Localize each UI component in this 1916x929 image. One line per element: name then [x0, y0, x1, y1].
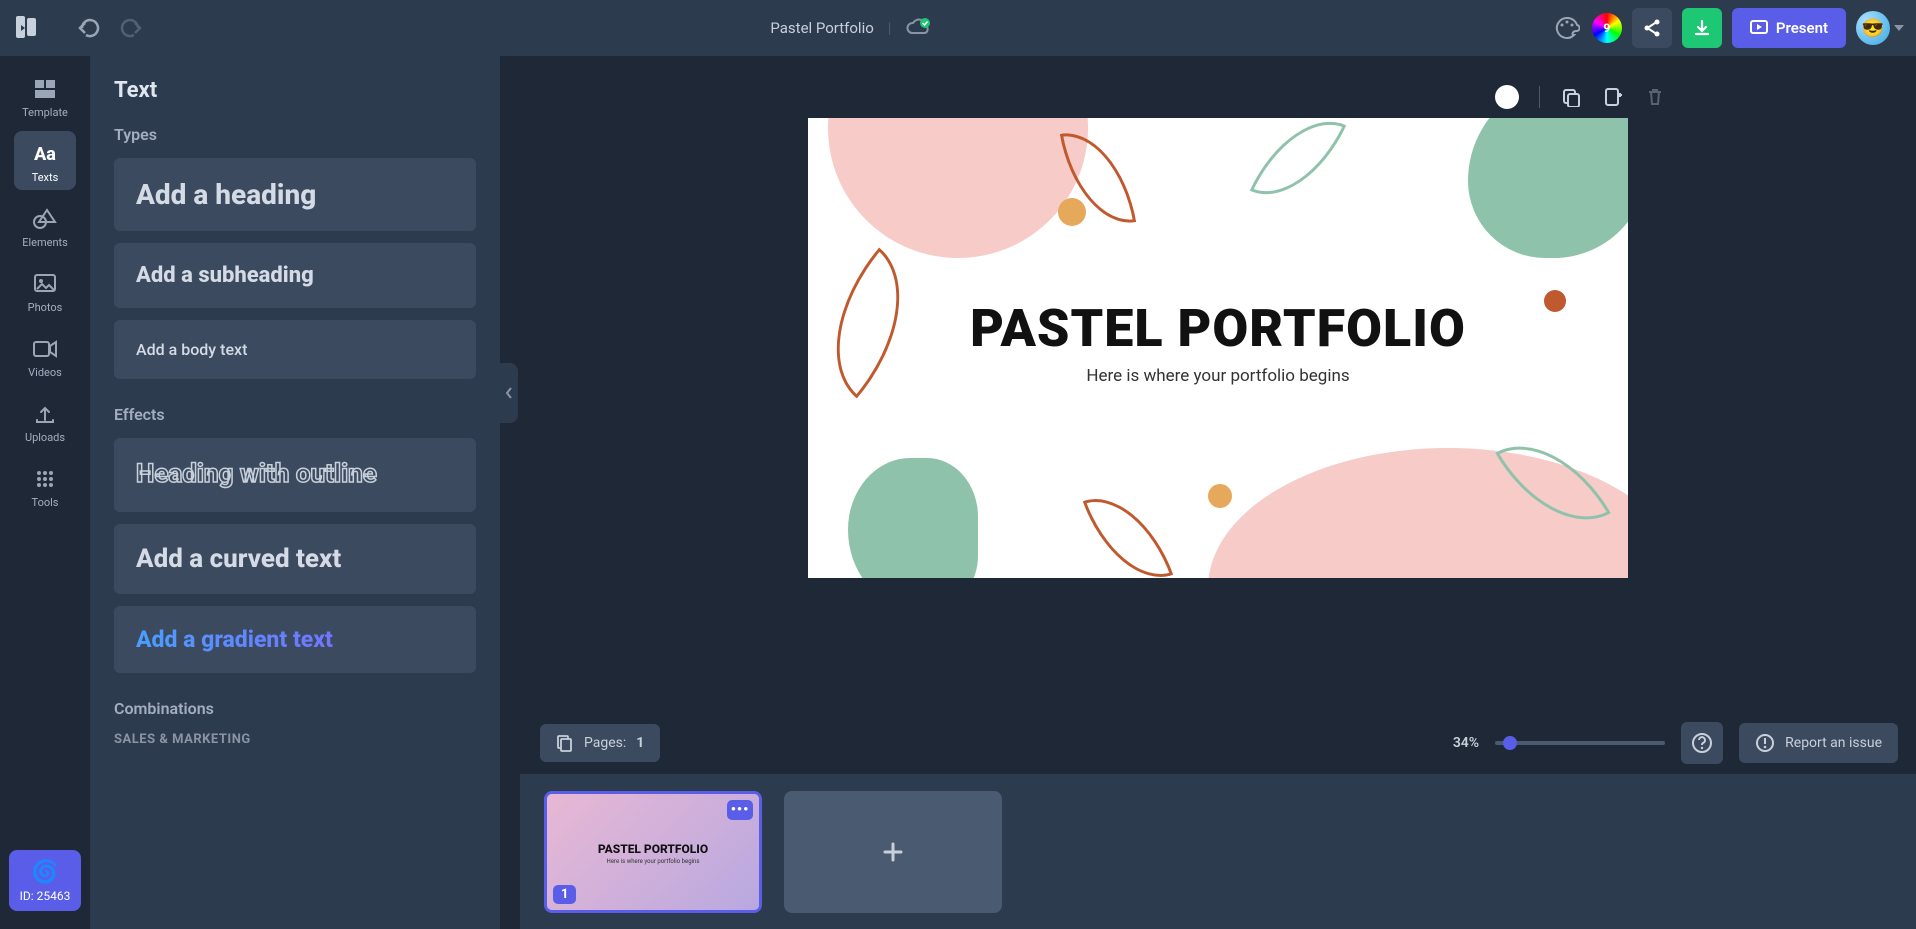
rail-item-videos[interactable]: Videos — [14, 326, 76, 385]
tools-icon — [14, 466, 76, 492]
combinations-section-label: Combinations — [114, 699, 476, 718]
rail-label: Photos — [14, 301, 76, 314]
elements-icon — [14, 206, 76, 232]
videos-icon — [14, 336, 76, 362]
rail-item-texts[interactable]: Aa Texts — [14, 131, 76, 190]
option-label: Add a heading — [136, 178, 454, 211]
rail-label: Uploads — [14, 431, 76, 444]
pages-icon — [556, 734, 574, 752]
warning-icon — [1755, 733, 1775, 753]
toolbar-divider — [1539, 86, 1540, 108]
help-button[interactable] — [1681, 722, 1723, 764]
rail-item-elements[interactable]: Elements — [14, 196, 76, 255]
palette-icon[interactable] — [1552, 13, 1582, 43]
background-color-swatch[interactable] — [1495, 85, 1519, 109]
pages-indicator[interactable]: Pages: 1 — [540, 724, 660, 762]
id-badge[interactable]: 🌀 ID: 25463 — [9, 850, 81, 911]
thumb-subtitle: Here is where your portfolio begins — [547, 858, 759, 865]
user-menu[interactable]: 😎 — [1856, 11, 1904, 45]
duplicate-page-icon[interactable] — [1602, 86, 1624, 108]
zoom-slider-thumb[interactable] — [1503, 736, 1517, 750]
app-logo[interactable] — [12, 11, 46, 45]
zoom-slider[interactable] — [1495, 741, 1665, 745]
option-label: Add a subheading — [136, 263, 454, 288]
thumb-menu-button[interactable]: ••• — [727, 800, 753, 820]
thumb-number-badge: 1 — [553, 885, 576, 904]
rail-label: Tools — [14, 496, 76, 509]
panel-title: Text — [114, 78, 476, 103]
effects-section-label: Effects — [114, 405, 476, 424]
pages-label: Pages: — [584, 735, 626, 751]
green-blob-decor — [1468, 118, 1628, 258]
slide-canvas[interactable]: PASTEL PORTFOLIO Here is where your port… — [808, 118, 1628, 578]
option-label: Heading with outline — [136, 458, 454, 492]
add-slide-button[interactable] — [784, 791, 1002, 913]
thumb-title: PASTEL PORTFOLIO — [547, 842, 759, 856]
option-label: Add a gradient text — [136, 626, 454, 653]
id-value: ID: 25463 — [20, 889, 71, 903]
rail-item-uploads[interactable]: Uploads — [14, 391, 76, 450]
template-icon — [14, 76, 76, 102]
option-label: Add a body text — [136, 340, 454, 359]
add-subheading-option[interactable]: Add a subheading — [114, 243, 476, 308]
colorwheel-badge: 9 — [1592, 13, 1622, 43]
share-button[interactable] — [1632, 8, 1672, 48]
leaf-decor — [1083, 481, 1174, 578]
green-blob-decor — [848, 458, 978, 578]
slide-subtitle-text[interactable]: Here is where your portfolio begins — [808, 366, 1628, 386]
texts-icon: Aa — [14, 141, 76, 167]
rail-label: Videos — [14, 366, 76, 379]
leaf-decor — [1250, 118, 1347, 216]
cloud-sync-icon[interactable] — [905, 17, 927, 39]
collapse-panel-button[interactable] — [500, 363, 518, 423]
option-label: Add a curved text — [136, 544, 454, 574]
pink-blob-decor — [828, 118, 1088, 258]
rail-label: Template — [14, 106, 76, 119]
report-issue-button[interactable]: Report an issue — [1739, 723, 1898, 763]
slide-title-text[interactable]: PASTEL PORTFOLIO — [808, 298, 1628, 359]
photos-icon — [14, 271, 76, 297]
dot-decor — [1208, 484, 1232, 508]
chevron-down-icon — [1894, 25, 1904, 31]
colorwheel-button[interactable]: 9 — [1592, 13, 1622, 43]
rail-item-photos[interactable]: Photos — [14, 261, 76, 320]
play-icon — [1750, 19, 1768, 37]
download-button[interactable] — [1682, 8, 1722, 48]
spiral-icon: 🌀 — [9, 860, 81, 885]
present-label: Present — [1776, 19, 1828, 37]
dot-decor — [1058, 198, 1086, 226]
report-label: Report an issue — [1785, 735, 1882, 751]
user-avatar: 😎 — [1856, 11, 1890, 45]
rail-label: Elements — [14, 236, 76, 249]
slide-thumbnail-1[interactable]: PASTEL PORTFOLIO Here is where your port… — [544, 791, 762, 913]
add-body-option[interactable]: Add a body text — [114, 320, 476, 379]
uploads-icon — [14, 401, 76, 427]
copy-icon[interactable] — [1560, 86, 1582, 108]
pages-count: 1 — [636, 735, 644, 751]
redo-button[interactable] — [116, 13, 146, 43]
undo-button[interactable] — [74, 13, 104, 43]
plus-icon — [880, 839, 906, 865]
present-button[interactable]: Present — [1732, 8, 1846, 48]
gradient-text-option[interactable]: Add a gradient text — [114, 606, 476, 673]
sales-marketing-label: SALES & MARKETING — [114, 732, 476, 747]
curved-text-option[interactable]: Add a curved text — [114, 524, 476, 594]
zoom-percentage[interactable]: 34% — [1453, 735, 1479, 751]
rail-item-template[interactable]: Template — [14, 66, 76, 125]
types-section-label: Types — [114, 125, 476, 144]
outline-heading-option[interactable]: Heading with outline — [114, 438, 476, 512]
trash-icon[interactable] — [1644, 86, 1666, 108]
rail-label: Texts — [14, 171, 76, 184]
add-heading-option[interactable]: Add a heading — [114, 158, 476, 231]
document-title[interactable]: Pastel Portfolio — [770, 19, 873, 37]
rail-item-tools[interactable]: Tools — [14, 456, 76, 515]
